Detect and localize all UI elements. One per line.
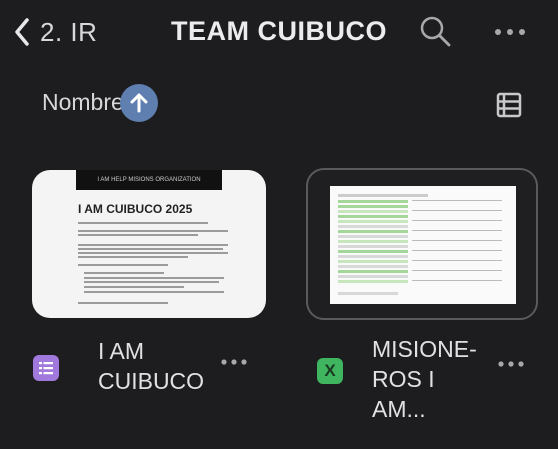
forms-icon — [33, 355, 59, 381]
file-name-line2: CUIBUCO — [98, 368, 205, 394]
file-name[interactable]: I AM CUIBUCO — [98, 336, 218, 396]
file-more-button[interactable] — [496, 354, 526, 374]
search-button[interactable] — [418, 14, 454, 50]
back-button[interactable]: 2. IR — [14, 14, 97, 50]
sheets-icon: X — [317, 358, 343, 384]
file-name-line1: MISIONE- — [372, 336, 477, 362]
file-name[interactable]: MISIONE- ROS I AM... — [372, 334, 492, 424]
more-horizontal-icon — [495, 29, 525, 35]
page-title: TEAM CUIBUCO — [171, 16, 387, 46]
spreadsheet-preview — [330, 186, 516, 304]
file-thumbnail-i-am-cuibuco[interactable]: I AM HELP MISIONS ORGANIZATION I AM CUIB… — [32, 170, 266, 318]
list-view-button[interactable] — [496, 92, 522, 118]
preview-header: I AM HELP MISIONS ORGANIZATION — [76, 170, 222, 190]
chevron-left-icon — [15, 18, 29, 46]
file-more-button[interactable] — [219, 352, 249, 372]
sort-label[interactable]: Nombre — [42, 89, 124, 116]
more-horizontal-icon — [498, 361, 524, 367]
preview-title: I AM CUIBUCO 2025 — [78, 202, 193, 216]
back-label: 2. IR — [40, 16, 98, 47]
file-thumbnail-misioneros[interactable] — [306, 168, 538, 320]
search-icon — [420, 16, 451, 47]
sheets-icon-letter: X — [324, 361, 336, 380]
more-horizontal-icon — [221, 359, 247, 365]
file-name-line2: ROS I AM... — [372, 366, 435, 422]
arrow-up-icon — [130, 93, 148, 113]
list-view-icon — [496, 92, 522, 118]
sort-direction-button[interactable] — [120, 84, 158, 122]
more-options-button[interactable] — [492, 18, 528, 46]
file-name-line1: I AM — [98, 338, 145, 364]
